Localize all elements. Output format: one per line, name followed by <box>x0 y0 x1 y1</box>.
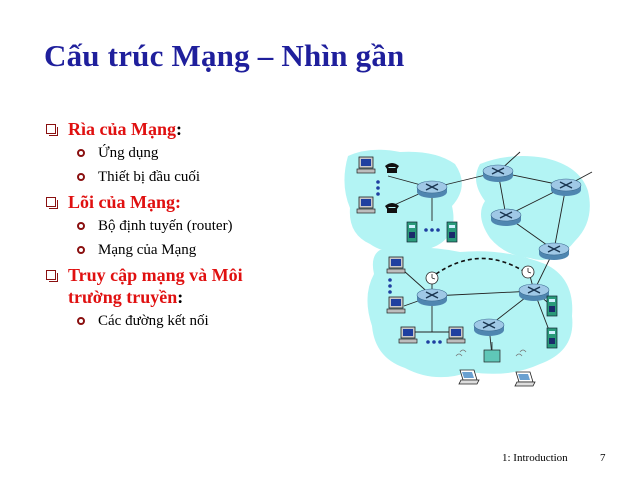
router-icon <box>518 283 550 302</box>
bullet-access-networks: Truy cập mạng và Môi trường truyền: <box>46 264 346 308</box>
subitem-network-of-networks: Mạng của Mạng <box>46 240 346 260</box>
router-icon <box>482 164 514 183</box>
network-diagram <box>344 149 593 387</box>
pc-icon <box>446 326 466 344</box>
subitem-applications: Ứng dụng <box>46 143 346 163</box>
ellipsis-dots <box>388 278 392 294</box>
pc-icon <box>356 196 376 214</box>
server-icon <box>546 327 558 349</box>
square-bullet-icon <box>46 270 58 282</box>
router-icon <box>550 178 582 197</box>
router-icon <box>473 318 505 337</box>
footer-chapter: 1: Introduction <box>502 452 568 464</box>
router-icon <box>490 208 522 227</box>
subitem-links: Các đường kết nối <box>46 311 346 331</box>
ring-bullet-icon <box>77 246 85 254</box>
ring-bullet-icon <box>77 149 85 157</box>
subitem-end-systems: Thiết bị đầu cuối <box>46 167 346 187</box>
ellipsis-dots <box>424 228 440 232</box>
ellipsis-dots <box>376 180 380 196</box>
ring-bullet-icon <box>77 222 85 230</box>
laptop-icon <box>514 371 536 387</box>
clock-icon <box>425 271 439 285</box>
router-icon <box>416 288 448 307</box>
telephone-icon <box>385 163 399 173</box>
server-icon <box>446 221 458 243</box>
square-bullet-icon <box>46 197 58 209</box>
ellipsis-dots <box>426 340 442 344</box>
square-bullet-icon <box>46 124 58 136</box>
bullet-network-core: Lõi của Mạng: <box>46 191 346 213</box>
ring-bullet-icon <box>77 173 85 181</box>
bullet-network-edge: Rìa của Mạng: <box>46 118 346 140</box>
bullet-list: Rìa của Mạng: Ứng dụng Thiết bị đầu cuối… <box>46 118 346 335</box>
footer-page-number: 7 <box>600 452 606 464</box>
pc-icon <box>386 296 406 314</box>
router-icon <box>416 180 448 199</box>
server-icon <box>406 221 418 243</box>
telephone-icon <box>385 203 399 213</box>
clock-icon <box>521 265 535 279</box>
router-icon <box>538 242 570 261</box>
pc-icon <box>386 256 406 274</box>
subitem-routers: Bộ định tuyến (router) <box>46 216 346 236</box>
pc-icon <box>398 326 418 344</box>
ring-bullet-icon <box>77 317 85 325</box>
server-icon <box>546 295 558 317</box>
pc-icon <box>356 156 376 174</box>
slide-title: Cấu trúc Mạng – Nhìn gần <box>44 38 405 73</box>
